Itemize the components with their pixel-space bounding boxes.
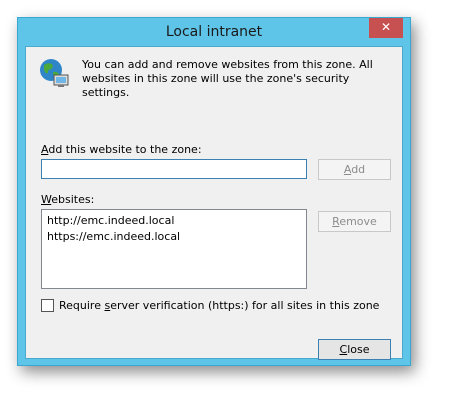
remove-button[interactable]: Remove [318,211,391,232]
require-verification-label[interactable]: Require server verification (https:) for… [59,299,379,312]
dialog-body: You can add and remove websites from thi… [25,46,403,360]
require-verification-checkbox[interactable] [41,299,54,312]
add-website-label-rest: dd this website to the zone: [48,143,202,156]
websites-listbox[interactable]: http://emc.indeed.local https://emc.inde… [41,209,307,289]
close-button-rest: lose [347,343,370,356]
add-button[interactable]: Add [318,159,391,180]
require-suffix: erver verification (https:) for all site… [110,299,380,312]
require-prefix: Require [59,299,105,312]
title-bar[interactable]: Local intranet ✕ [18,18,410,46]
websites-label-rest: ebsites: [51,193,95,206]
globe-computer-icon [40,59,69,87]
websites-label: Websites: [41,193,95,206]
add-button-rest: dd [351,163,366,176]
list-item[interactable]: https://emc.indeed.local [47,229,301,245]
local-intranet-dialog: Local intranet ✕ You can add and remove … [17,17,411,366]
website-input[interactable] [41,159,307,179]
intro-text: You can add and remove websites from thi… [82,58,373,99]
add-website-label: Add this website to the zone: [41,143,202,156]
close-button[interactable]: Close [318,339,391,360]
list-item[interactable]: http://emc.indeed.local [47,213,301,229]
close-window-button[interactable]: ✕ [369,18,403,38]
dialog-title: Local intranet [165,24,263,40]
remove-button-rest: emove [339,215,377,228]
